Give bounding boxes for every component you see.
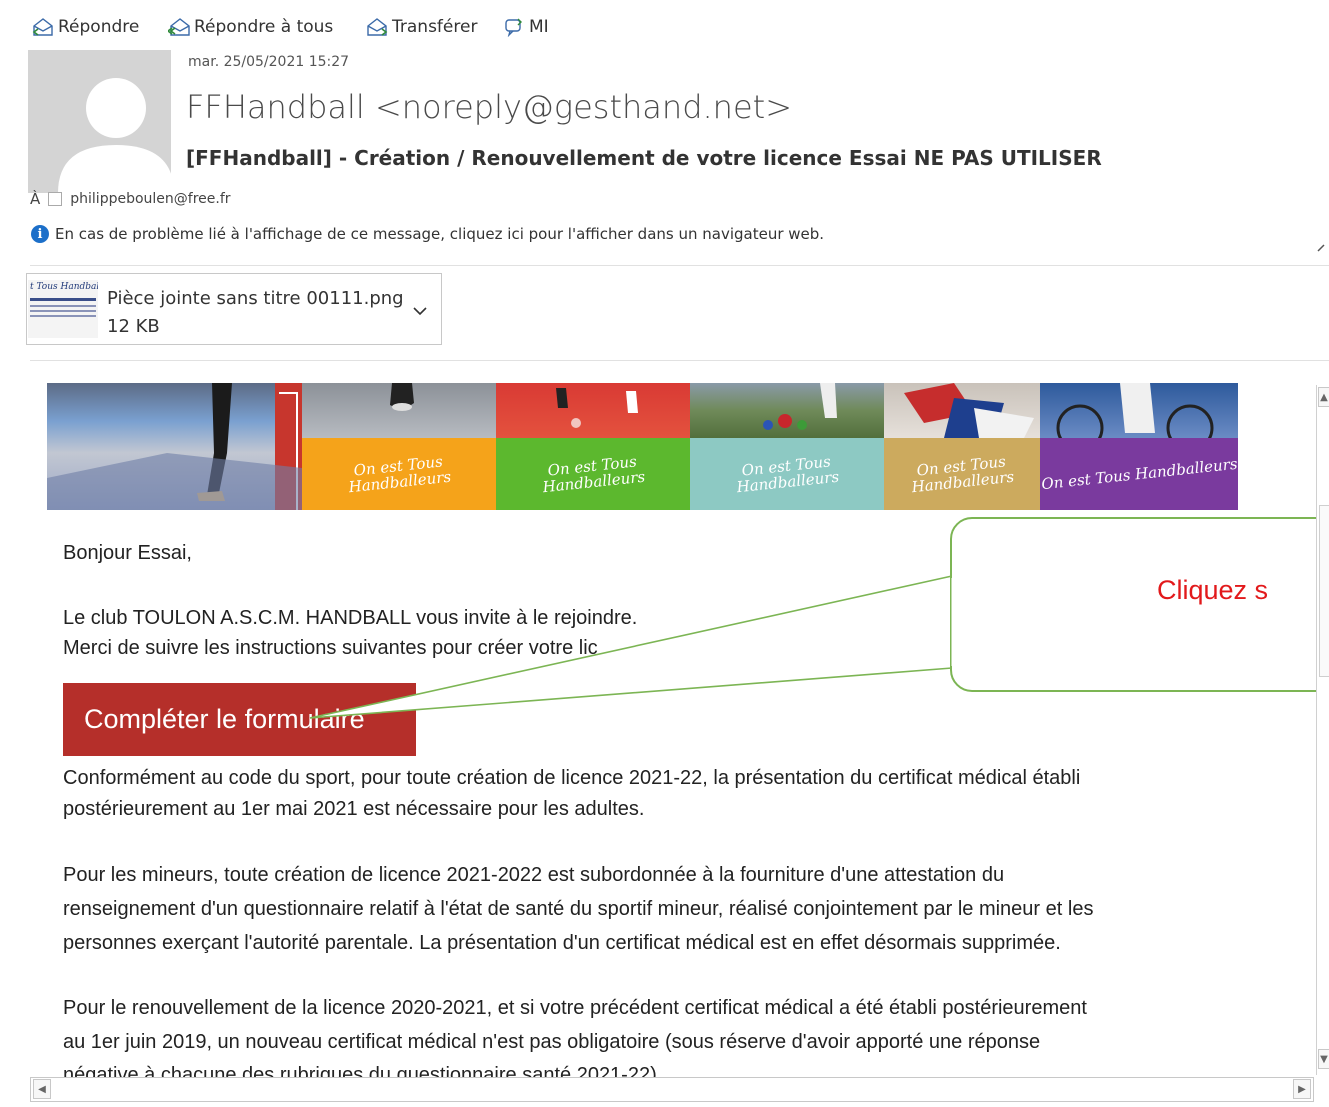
callout-pointer-mask <box>951 578 955 666</box>
scroll-down-icon[interactable]: ▼ <box>1318 1049 1329 1069</box>
scroll-left-icon[interactable]: ◀ <box>33 1079 51 1099</box>
vertical-scroll-thumb[interactable] <box>1319 505 1329 677</box>
vertical-scrollbar[interactable]: ▲ ▼ <box>1316 385 1329 1075</box>
callout-text: Cliquez s <box>1157 575 1269 605</box>
horizontal-scrollbar[interactable]: ◀ ▶ <box>30 1077 1314 1102</box>
scroll-up-icon[interactable]: ▲ <box>1318 387 1329 407</box>
scroll-right-icon[interactable]: ▶ <box>1293 1079 1311 1099</box>
